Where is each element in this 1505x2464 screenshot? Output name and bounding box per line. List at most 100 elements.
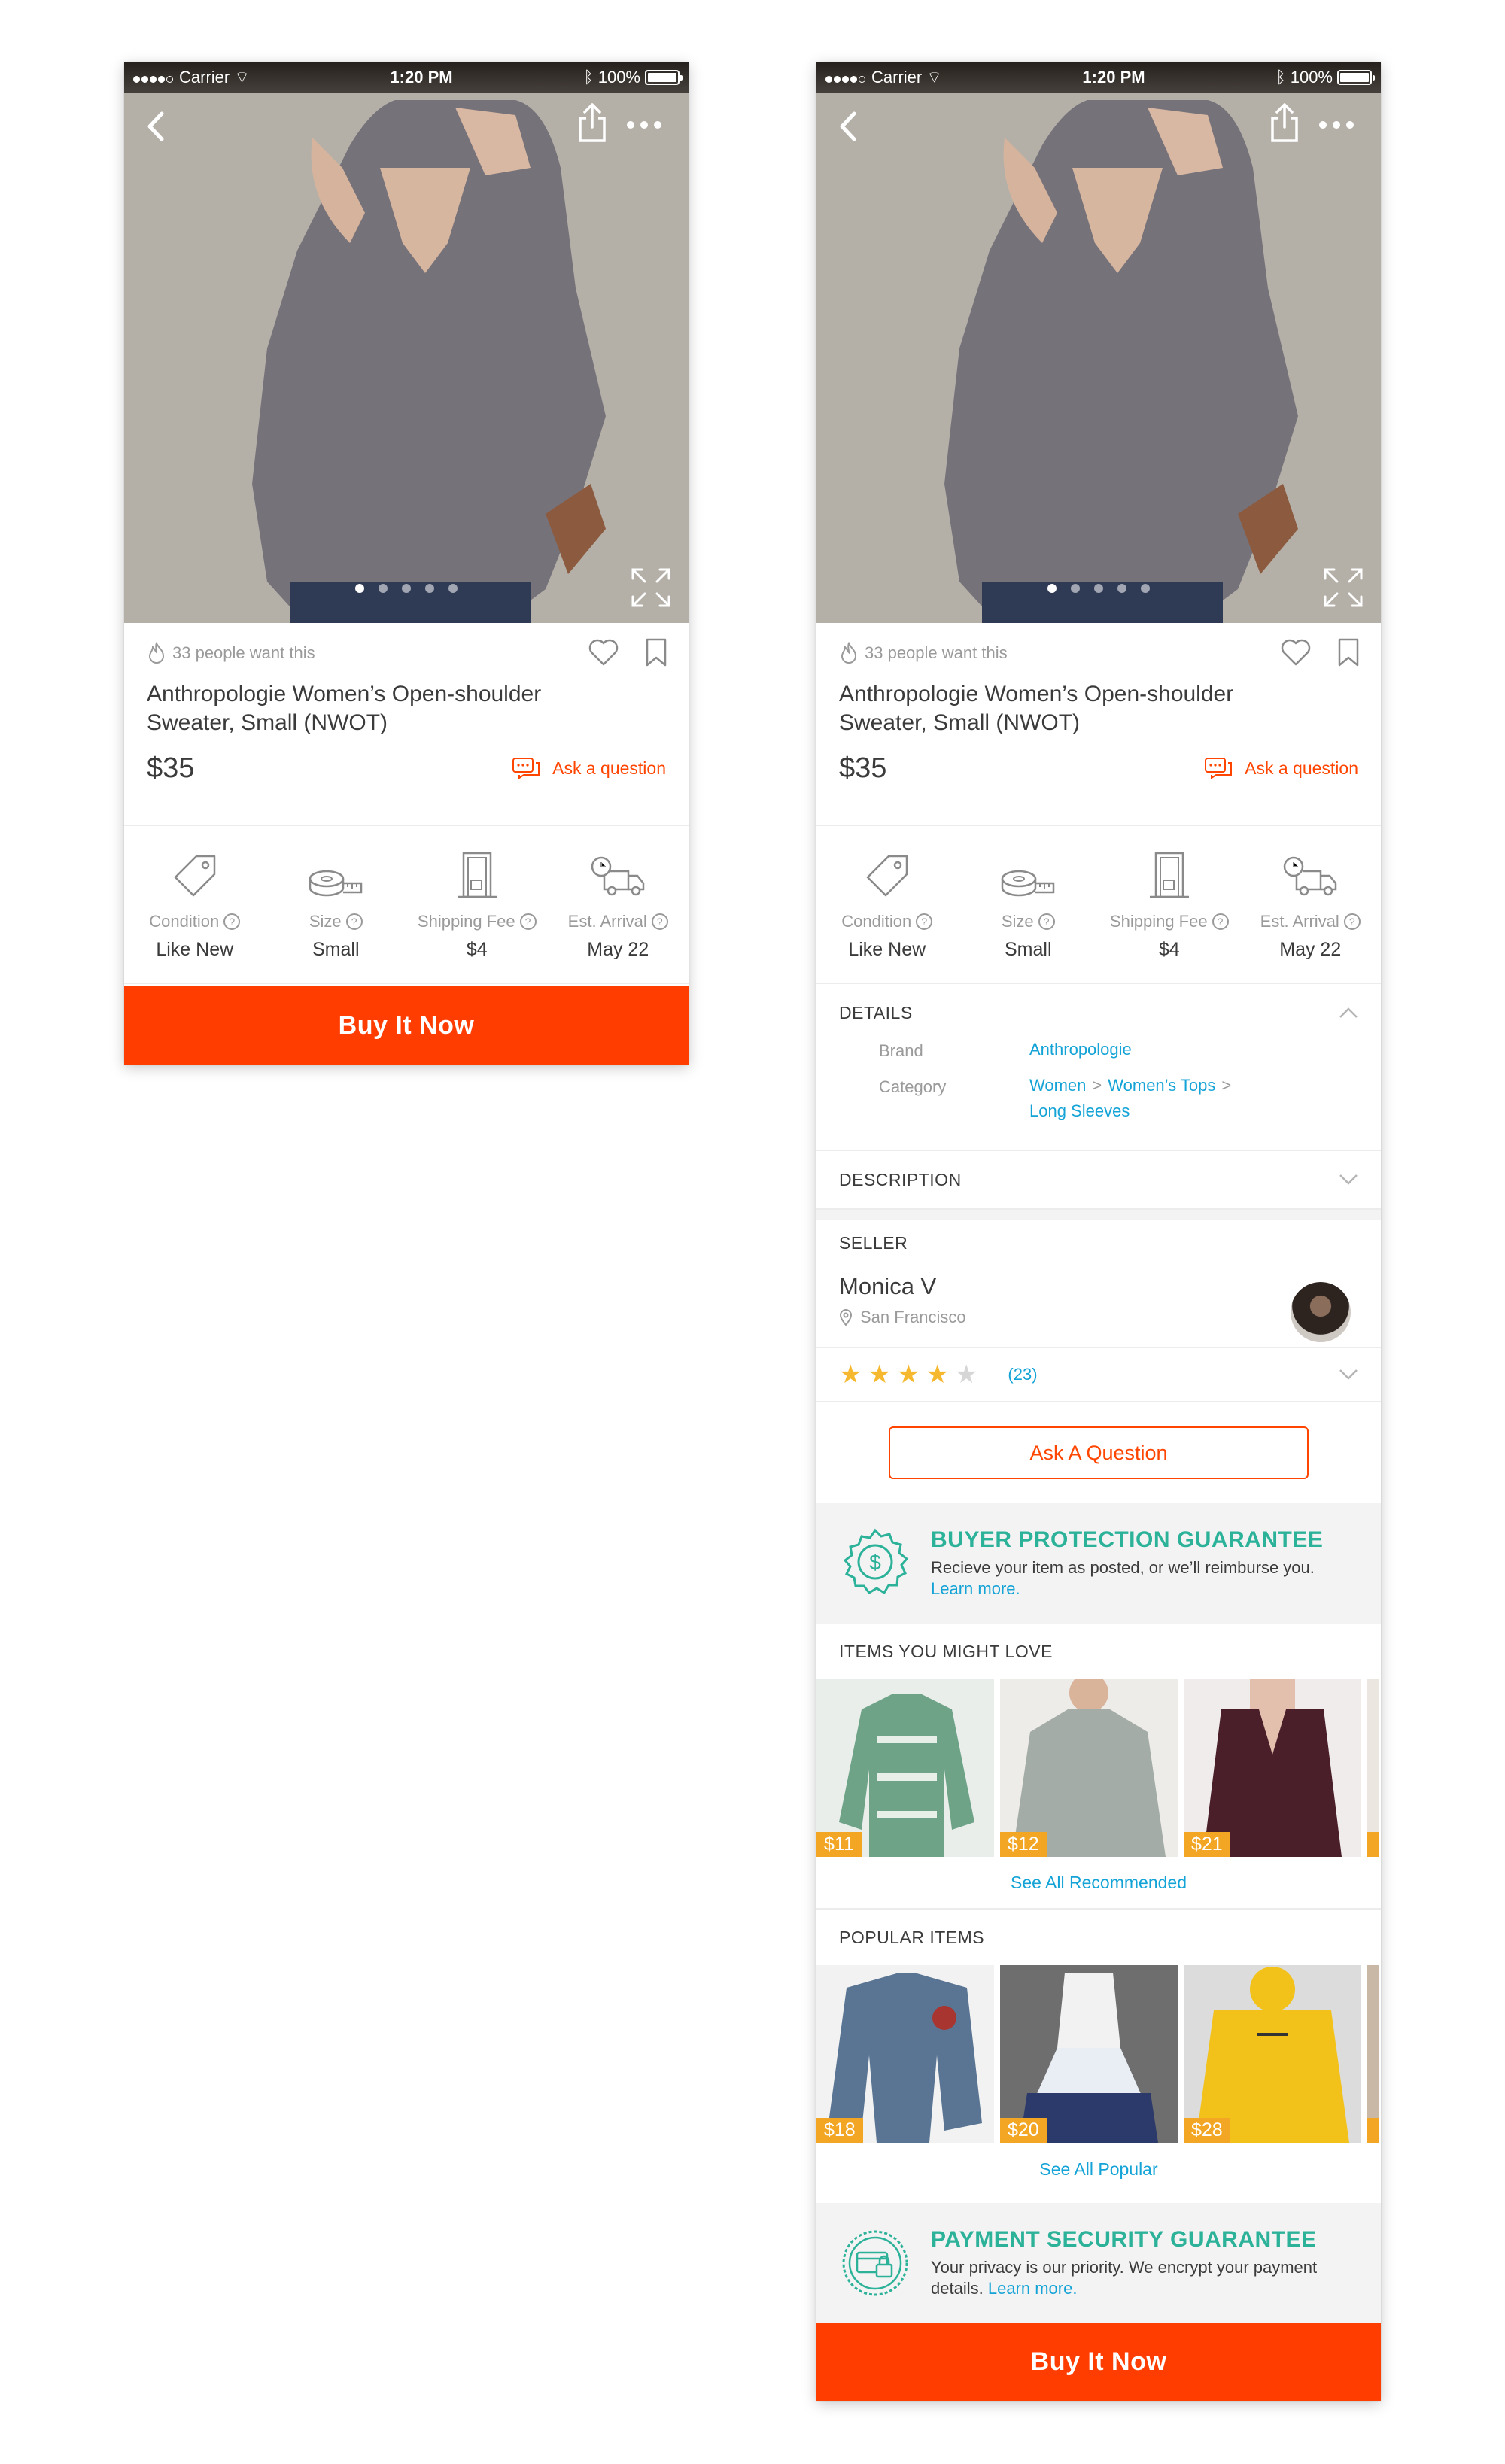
popular-item[interactable]: $18 [816,1965,994,2143]
want-count-text: 33 people want this [172,643,315,662]
spec-label: Size [1001,912,1034,931]
popular-item-partial[interactable] [1367,1965,1379,2143]
buy-it-now-button[interactable]: Buy It Now [816,2323,1381,2401]
avatar[interactable] [1291,1282,1351,1342]
clock: 1:20 PM [390,68,453,87]
price-tag [1367,2118,1379,2143]
spec-label: Est. Arrival [1260,912,1339,931]
product-title: Anthropologie Women’s Open-shoulder Swea… [839,682,1234,735]
ask-question-label[interactable]: Ask a question [1245,758,1358,779]
chevron-up-icon[interactable] [1339,1007,1358,1019]
battery-icon [645,70,683,85]
buy-it-now-button[interactable]: Buy It Now [124,986,689,1065]
spec-value: May 22 [587,939,649,960]
breadcrumb-separator: > [1092,1076,1102,1095]
signal-icon [133,68,175,87]
description-heading[interactable]: DESCRIPTION [816,1151,1381,1208]
product-image-carousel[interactable]: Carrier ⌔ 1:20 PM ᛒ 100% [816,62,1381,623]
details-heading[interactable]: DETAILS [816,984,1381,1041]
popular-item[interactable]: $20 [1000,1965,1178,2143]
payment-security-banner: PAYMENT SECURITY GUARANTEE Your privacy … [816,2203,1381,2323]
chat-bubbles-icon [512,757,540,779]
ask-question-link[interactable]: Ask a question [1204,757,1358,781]
help-icon[interactable]: ? [1212,913,1229,930]
image-pager[interactable] [124,584,689,593]
spec-value: May 22 [1279,939,1342,960]
help-icon[interactable]: ? [916,913,933,930]
image-pager[interactable] [816,584,1381,593]
spec-value: $4 [466,939,488,960]
share-button[interactable] [576,102,609,144]
seller-rating[interactable]: ★ ★ ★ ★ ★ (23) [816,1347,1381,1401]
learn-more-link[interactable]: Learn more. [988,2279,1078,2298]
product-info: 33 people want this Anthropologie Women’… [816,623,1381,826]
help-icon[interactable]: ? [345,913,363,930]
product-thumbnail [829,1973,982,2143]
flame-icon [148,642,165,664]
ask-question-link[interactable]: Ask a question [512,757,666,781]
spec-row: Condition? Like New Size? Small Shipping… [124,826,689,984]
recommended-section: ITEMS YOU MIGHT LOVE $11 $12 $21 See All… [816,1624,1381,1910]
spec-label: Condition [149,912,220,931]
secure-payment-icon [842,2230,908,2296]
more-options-button[interactable] [627,114,672,136]
back-button[interactable] [833,108,863,145]
heart-icon[interactable] [588,638,619,667]
product-thumbnail [839,1694,974,1857]
chevron-down-icon[interactable] [1339,1174,1358,1186]
recommended-item[interactable]: $21 [1184,1679,1361,1857]
review-count[interactable]: (23) [1008,1365,1037,1384]
spec-value: $4 [1158,939,1180,960]
brand-link[interactable]: Anthropologie [1029,1037,1300,1062]
delivery-truck-icon [1284,856,1337,896]
recommended-item-partial[interactable] [1367,1679,1379,1857]
carrier-label: Carrier [871,68,923,87]
help-icon[interactable]: ? [1343,913,1361,930]
section-divider [816,1210,1381,1220]
category-link-women[interactable]: Women [1029,1076,1086,1095]
ask-question-label[interactable]: Ask a question [552,758,666,779]
description-heading-label: DESCRIPTION [839,1169,962,1189]
wifi-icon: ⌔ [234,68,250,87]
star-icon: ★ [926,1360,949,1389]
product-info: 33 people want this Anthropologie Women’… [124,623,689,826]
share-button[interactable] [1268,102,1301,144]
bookmark-icon[interactable] [645,638,667,667]
recommended-item[interactable]: $12 [1000,1679,1178,1857]
product-image-carousel[interactable]: Carrier ⌔ 1:20 PM ᛒ 100% [124,62,689,623]
star-icon: ★ [839,1360,862,1389]
battery-percent: 100% [597,68,640,87]
tag-icon [174,855,215,897]
help-icon[interactable]: ? [519,913,537,930]
payment-security-title: PAYMENT SECURITY GUARANTEE [931,2227,1317,2252]
learn-more-link[interactable]: Learn more. [931,1579,1020,1598]
spec-size: Size? Small [266,847,407,983]
see-all-popular-link[interactable]: See All Popular [816,2143,1381,2195]
recommended-item[interactable]: $11 [816,1679,994,1857]
popular-section: POPULAR ITEMS $18 $20 $28 See All Popula… [816,1910,1381,2195]
popular-item[interactable]: $28 [1184,1965,1361,2143]
more-options-button[interactable] [1319,114,1364,136]
bookmark-icon[interactable] [1337,638,1360,667]
help-icon[interactable]: ? [1038,913,1055,930]
heart-icon[interactable] [1280,638,1312,667]
help-icon[interactable]: ? [651,913,668,930]
seller-section: SELLER Monica V San Francisco ★ ★ ★ ★ ★ (23) [816,1220,1381,1401]
seller-name[interactable]: Monica V [839,1273,1358,1300]
chevron-down-icon[interactable] [1339,1369,1358,1381]
category-link-long-sleeves[interactable]: Long Sleeves [1029,1101,1130,1120]
buyer-protection-text: Recieve your item as posted, or we’ll re… [931,1558,1315,1598]
spec-label: Shipping Fee [417,912,515,931]
help-icon[interactable]: ? [223,913,241,930]
back-button[interactable] [141,108,171,145]
price-tag: $28 [1184,2118,1230,2143]
signal-icon [825,68,867,87]
status-bar: Carrier ⌔ 1:20 PM ᛒ 100% [124,62,689,93]
spec-value: Like New [848,939,926,960]
see-all-recommended-link[interactable]: See All Recommended [816,1857,1381,1910]
star-rating: ★ ★ ★ ★ ★ [839,1362,977,1387]
seller-location-text: San Francisco [860,1308,966,1326]
ask-a-question-button[interactable]: Ask A Question [889,1426,1309,1479]
category-link-womens-tops[interactable]: Women’s Tops [1108,1076,1215,1095]
recommended-heading: ITEMS YOU MIGHT LOVE [839,1641,1053,1661]
